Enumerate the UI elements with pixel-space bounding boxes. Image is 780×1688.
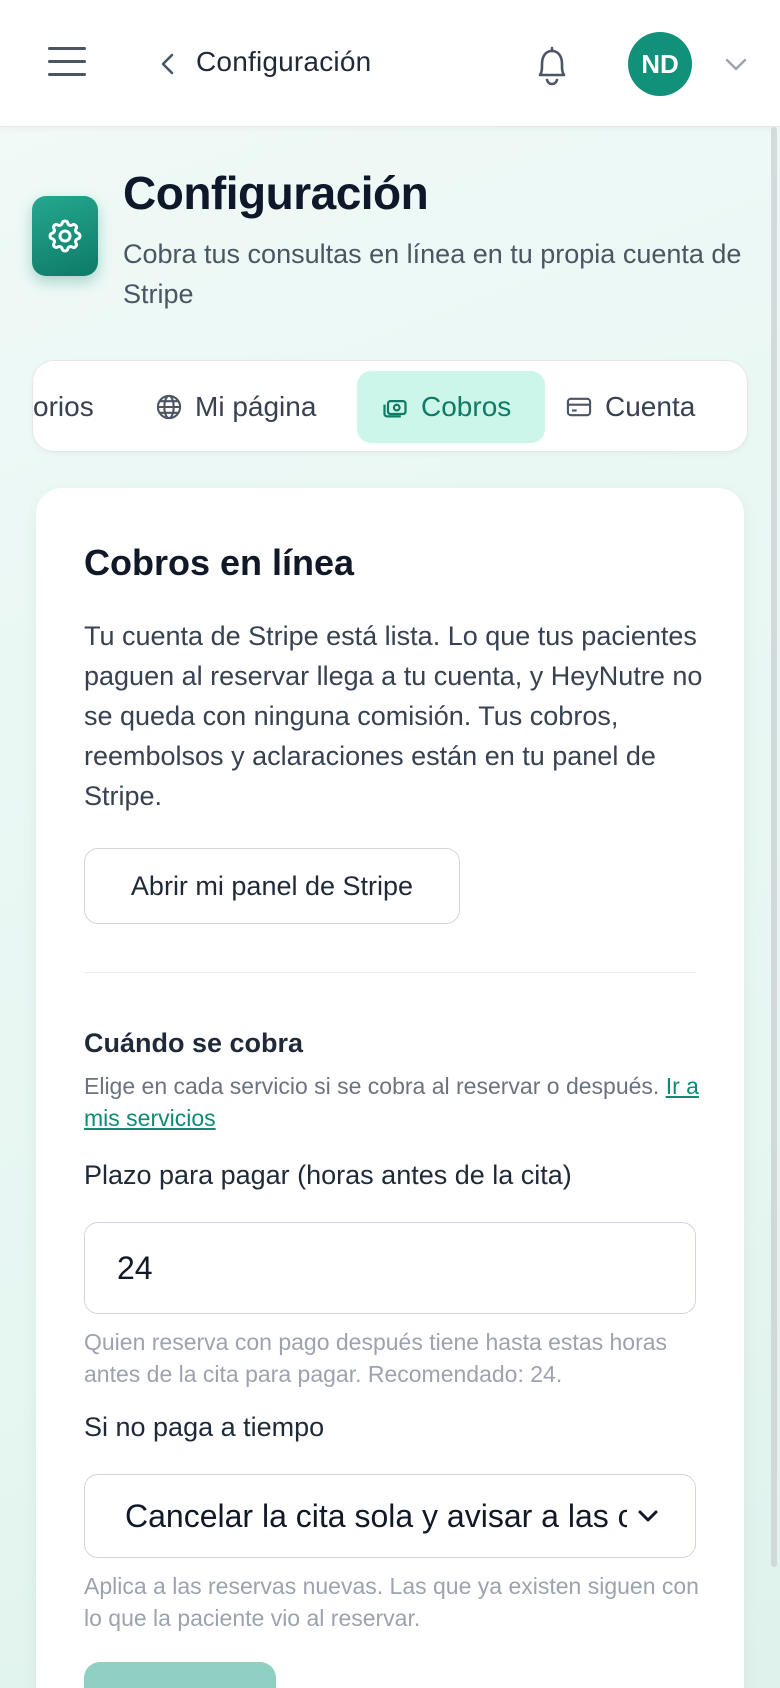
tab-label: orios (33, 391, 94, 422)
late-payment-help: Aplica a las reservas nuevas. Las que ya… (84, 1573, 699, 1631)
page-scrollbar[interactable] (771, 127, 777, 1567)
open-stripe-dashboard-button[interactable]: Abrir mi panel de Stripe (84, 848, 460, 924)
tab-horarios-truncated[interactable]: orios (33, 371, 118, 443)
when-charged-help: Elige en cada servicio si se cobra al re… (84, 1073, 699, 1131)
settings-tabs: orios Mi página Cobros Cuenta (32, 360, 748, 452)
page-title: Configuración (123, 167, 429, 219)
tab-label: Cobros (421, 391, 512, 422)
tab-label: Mi página (195, 391, 317, 422)
money-icon (383, 400, 407, 418)
tab-cuenta[interactable]: Cuenta (513, 371, 719, 443)
page-subtitle: Cobra tus consultas en línea en tu propi… (123, 239, 742, 309)
card-title: Cobros en línea (84, 542, 355, 583)
back-chevron-icon[interactable] (156, 50, 180, 78)
notification-bell-icon[interactable] (528, 42, 576, 90)
online-payments-card: Cobros en línea Tu cuenta de Stripe está… (36, 488, 744, 1688)
when-charged-title: Cuándo se cobra (84, 1028, 304, 1058)
globe-icon (156, 394, 182, 420)
late-payment-select[interactable]: Cancelar la cita sola y avisar a las c (84, 1474, 696, 1558)
deadline-hours-input[interactable] (84, 1222, 696, 1314)
deadline-help: Quien reserva con pago después tiene has… (84, 1329, 668, 1387)
chevron-down-icon (638, 1510, 658, 1522)
credit-card-icon (566, 397, 592, 417)
tab-mi-pagina[interactable]: Mi página (131, 371, 340, 443)
late-payment-selected: Cancelar la cita sola y avisar a las c (125, 1497, 627, 1534)
top-header: Configuración ND (0, 0, 780, 127)
late-payment-label: Si no paga a tiempo (84, 1412, 325, 1442)
deadline-label: Plazo para pagar (horas antes de la cita… (84, 1160, 572, 1190)
tab-label: Cuenta (605, 391, 696, 422)
chevron-down-icon[interactable] (723, 54, 749, 74)
user-avatar[interactable]: ND (628, 32, 692, 96)
save-button[interactable] (84, 1662, 276, 1688)
card-description: Tu cuenta de Stripe está lista. Lo que t… (84, 621, 703, 811)
divider (84, 972, 696, 973)
menu-icon[interactable] (48, 47, 86, 77)
settings-gear-icon (32, 196, 98, 276)
header-title: Configuración (196, 46, 372, 77)
